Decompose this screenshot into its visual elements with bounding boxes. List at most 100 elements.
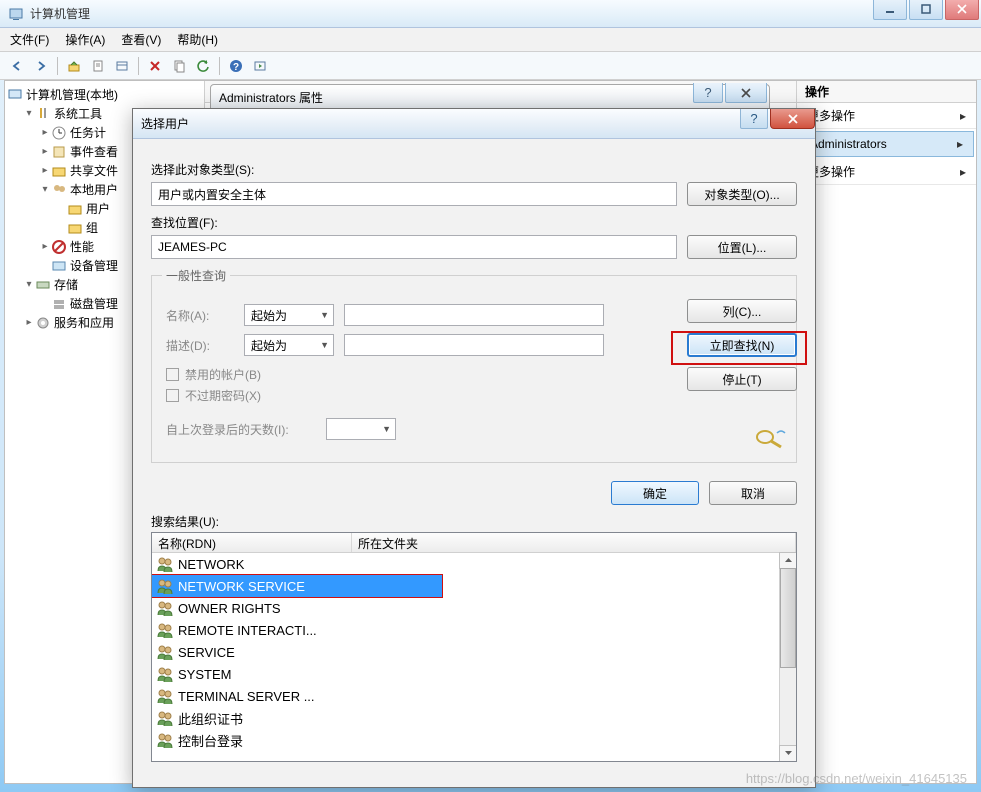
- tree-label: 存储: [54, 276, 78, 293]
- result-row[interactable]: REMOTE INTERACTI...: [152, 619, 796, 641]
- run-button[interactable]: [249, 55, 271, 77]
- days-label: 自上次登录后的天数(I):: [166, 421, 326, 438]
- tree-icon: [51, 296, 67, 312]
- dialog-title: 选择用户: [141, 115, 189, 132]
- result-name: NETWORK SERVICE: [178, 579, 305, 594]
- action-row[interactable]: Administrators▸: [799, 131, 974, 157]
- tree-icon: [67, 201, 83, 217]
- up-button[interactable]: [63, 55, 85, 77]
- action-row[interactable]: 更多操作▸: [797, 159, 976, 185]
- action-row[interactable]: 更多操作▸: [797, 103, 976, 129]
- expand-icon[interactable]: ▾: [39, 184, 51, 195]
- dialog-close-button[interactable]: [770, 109, 815, 129]
- maximize-button[interactable]: [909, 0, 943, 20]
- name-match-combo[interactable]: 起始为▼: [244, 304, 334, 326]
- nav-back-button[interactable]: [6, 55, 28, 77]
- search-icon: [751, 427, 787, 449]
- disabled-accounts-checkbox[interactable]: [166, 368, 179, 381]
- scroll-down-button[interactable]: [779, 745, 797, 762]
- dialog-help-button[interactable]: ?: [740, 109, 768, 129]
- result-row[interactable]: 此组织证书: [152, 707, 796, 729]
- location-button[interactable]: 位置(L)...: [687, 235, 797, 259]
- scroll-thumb[interactable]: [780, 568, 796, 668]
- location-field: JEAMES-PC: [151, 235, 677, 259]
- name-input[interactable]: [344, 304, 604, 326]
- tree-icon: [35, 277, 51, 293]
- admin-close-button[interactable]: [725, 83, 767, 103]
- scrollbar[interactable]: [779, 553, 796, 761]
- result-name: TERMINAL SERVER ...: [178, 689, 315, 704]
- watermark: https://blog.csdn.net/weixin_41645135: [746, 771, 967, 786]
- expand-icon[interactable]: ▾: [23, 279, 35, 290]
- tree-icon: [51, 144, 67, 160]
- scroll-up-button[interactable]: [779, 552, 797, 569]
- dialog-title-bar: 选择用户 ?: [133, 109, 815, 139]
- col-folder[interactable]: 所在文件夹: [352, 533, 796, 552]
- desc-match-combo[interactable]: 起始为▼: [244, 334, 334, 356]
- result-row[interactable]: NETWORK: [152, 553, 796, 575]
- nav-forward-button[interactable]: [30, 55, 52, 77]
- expand-icon[interactable]: ▾: [23, 108, 35, 119]
- delete-button[interactable]: [144, 55, 166, 77]
- chevron-right-icon: ▸: [960, 109, 966, 123]
- col-name[interactable]: 名称(RDN): [152, 533, 352, 552]
- user-group-icon: [156, 600, 174, 616]
- tree-label: 服务和应用: [54, 314, 114, 331]
- tree-icon: [35, 315, 51, 331]
- refresh-button[interactable]: [192, 55, 214, 77]
- result-name: 控制台登录: [178, 731, 243, 750]
- location-label: 查找位置(F):: [151, 214, 797, 231]
- result-row[interactable]: 控制台登录: [152, 729, 796, 751]
- menu-view[interactable]: 查看(V): [121, 31, 161, 48]
- user-group-icon: [156, 732, 174, 748]
- expand-icon[interactable]: ▸: [39, 146, 51, 157]
- window-controls: [873, 0, 981, 20]
- select-user-dialog: 选择用户 ? 选择此对象类型(S): 用户或内置安全主体 对象类型(O)... …: [132, 108, 816, 788]
- result-row[interactable]: NETWORK SERVICE: [152, 575, 442, 597]
- menu-bar: 文件(F) 操作(A) 查看(V) 帮助(H): [0, 28, 981, 52]
- ok-button[interactable]: 确定: [611, 481, 699, 505]
- main-title: 计算机管理: [30, 5, 90, 22]
- days-combo[interactable]: ▼: [326, 418, 396, 440]
- help-button[interactable]: ?: [225, 55, 247, 77]
- user-group-icon: [156, 666, 174, 682]
- noexpiry-label: 不过期密码(X): [185, 387, 261, 404]
- result-row[interactable]: SERVICE: [152, 641, 796, 663]
- actions-header: 操作: [797, 81, 976, 103]
- minimize-button[interactable]: [873, 0, 907, 20]
- expand-icon[interactable]: ▸: [39, 241, 51, 252]
- columns-button[interactable]: 列(C)...: [687, 299, 797, 323]
- tree-label: 组: [86, 219, 98, 236]
- expand-icon[interactable]: ▸: [39, 165, 51, 176]
- object-type-button[interactable]: 对象类型(O)...: [687, 182, 797, 206]
- close-button[interactable]: [945, 0, 979, 20]
- list-button[interactable]: [111, 55, 133, 77]
- expand-icon[interactable]: ▸: [39, 127, 51, 138]
- action-label: Administrators: [810, 137, 887, 151]
- find-now-button[interactable]: 立即查找(N): [687, 333, 797, 357]
- object-type-label: 选择此对象类型(S):: [151, 161, 797, 178]
- menu-help[interactable]: 帮助(H): [177, 31, 218, 48]
- tree-root[interactable]: 计算机管理(本地): [5, 85, 204, 104]
- user-group-icon: [156, 556, 174, 572]
- expand-icon[interactable]: ▸: [23, 317, 35, 328]
- result-row[interactable]: TERMINAL SERVER ...: [152, 685, 796, 707]
- user-group-icon: [156, 644, 174, 660]
- result-row[interactable]: OWNER RIGHTS: [152, 597, 796, 619]
- properties-button[interactable]: [87, 55, 109, 77]
- menu-file[interactable]: 文件(F): [10, 31, 49, 48]
- tree-label: 本地用户: [70, 181, 118, 198]
- admin-properties-dialog: Administrators 属性 ?: [210, 84, 770, 110]
- results-header: 名称(RDN) 所在文件夹: [152, 533, 796, 553]
- desc-input[interactable]: [344, 334, 604, 356]
- admin-help-button[interactable]: ?: [693, 83, 723, 103]
- tree-icon: [51, 125, 67, 141]
- menu-action[interactable]: 操作(A): [65, 31, 105, 48]
- copy-button[interactable]: [168, 55, 190, 77]
- result-row[interactable]: SYSTEM: [152, 663, 796, 685]
- stop-button[interactable]: 停止(T): [687, 367, 797, 391]
- results-label: 搜索结果(U):: [151, 513, 797, 530]
- noexpiry-checkbox[interactable]: [166, 389, 179, 402]
- cancel-button[interactable]: 取消: [709, 481, 797, 505]
- chevron-down-icon: ▼: [320, 340, 329, 350]
